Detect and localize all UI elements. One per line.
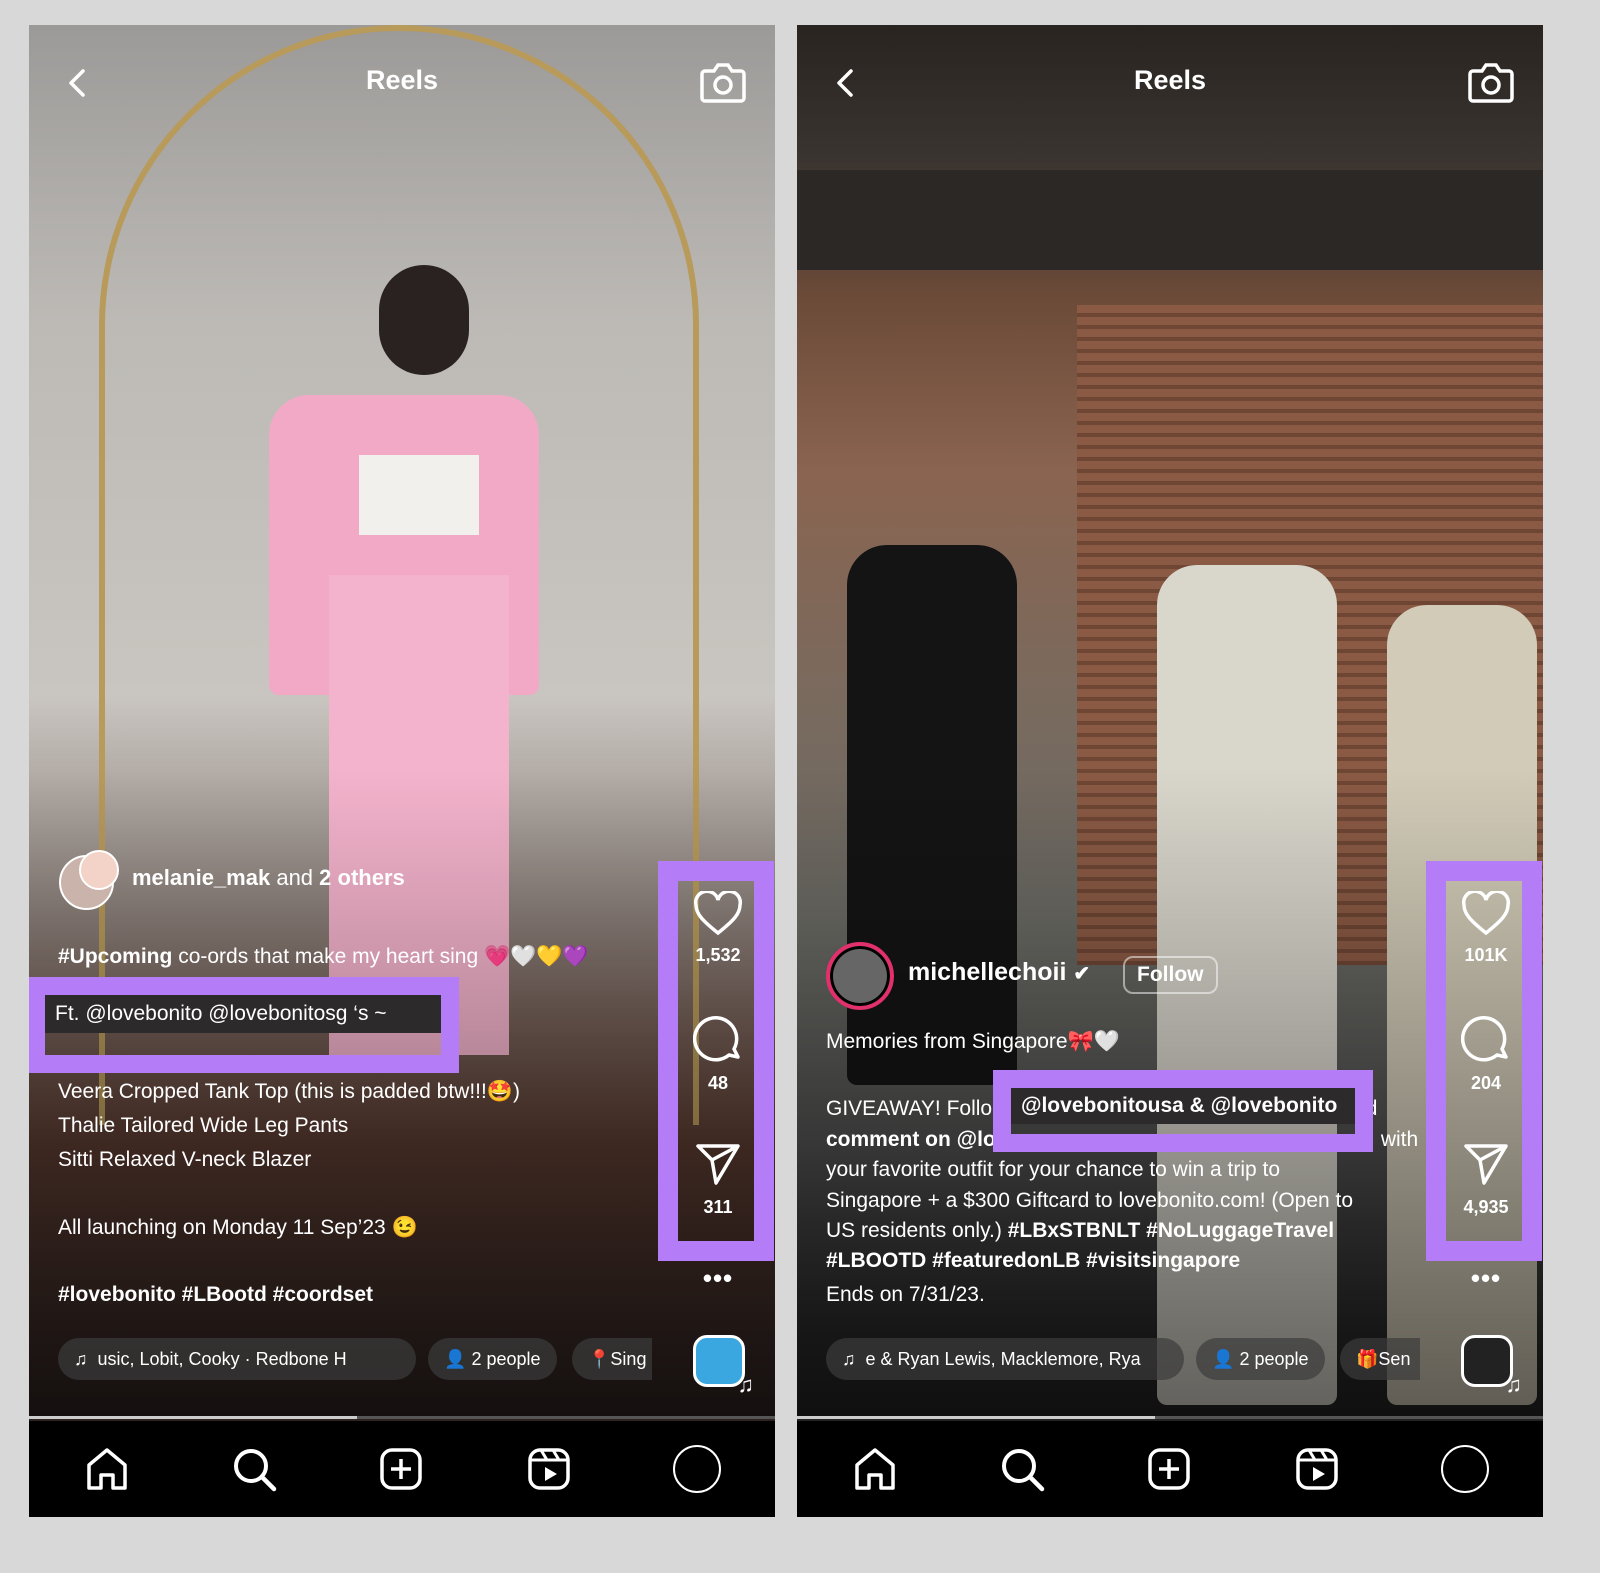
camera-icon[interactable] bbox=[1467, 59, 1515, 105]
profile-icon[interactable] bbox=[673, 1445, 721, 1493]
comment-icon bbox=[693, 1016, 740, 1062]
person-icon: 👤 bbox=[1212, 1349, 1235, 1369]
location-chip[interactable]: 📍Sing bbox=[572, 1338, 652, 1380]
username[interactable]: michellechoii bbox=[908, 958, 1066, 986]
caption-line: Memories from Singapore🎀🤍 bbox=[826, 1030, 1120, 1053]
caption-line: All launching on Monday 11 Sep’23 😉 bbox=[58, 1216, 418, 1239]
caption-line: Sitti Relaxed V-neck Blazer bbox=[58, 1148, 312, 1171]
caption-line: your favorite outfit for your chance to … bbox=[826, 1158, 1281, 1181]
top-bar: Reels bbox=[797, 55, 1543, 105]
hashtag[interactable]: #Upcoming bbox=[58, 945, 172, 968]
audio-thumbnail[interactable]: ♫ bbox=[693, 1335, 754, 1397]
hashtags[interactable]: #LBxSTBNLT #NoLuggageTravel bbox=[1008, 1219, 1334, 1242]
comment-count: 204 bbox=[1470, 1073, 1502, 1093]
username[interactable]: melanie_mak bbox=[132, 865, 270, 890]
reels-icon[interactable] bbox=[525, 1445, 573, 1493]
more-options-icon[interactable]: ••• bbox=[1447, 1263, 1525, 1294]
author-line[interactable]: melanie_mak and 2 others bbox=[132, 862, 405, 893]
caption-line: Veera Cropped Tank Top (this is padded b… bbox=[58, 1080, 520, 1103]
like-count: 1,532 bbox=[695, 945, 741, 965]
caption-line: Ends on 7/31/23. bbox=[826, 1283, 985, 1306]
caption-hashtags[interactable]: #LBOOTD #featuredonLB #visitsingapore bbox=[826, 1245, 1240, 1276]
search-icon[interactable] bbox=[998, 1445, 1046, 1493]
share-button[interactable]: 4,935 bbox=[1447, 1141, 1525, 1218]
person-icon: 👤 bbox=[444, 1349, 467, 1369]
like-button[interactable]: 1,532 bbox=[679, 891, 757, 966]
caption-line: Singapore + a $300 Giftcard to lovebonit… bbox=[826, 1189, 1354, 1212]
caption-line: Thalie Tailored Wide Leg Pants bbox=[58, 1114, 349, 1137]
camera-icon[interactable] bbox=[699, 59, 747, 105]
caption-highlight: Ft. @lovebonito @lovebonitosg ‘s ~ bbox=[45, 995, 441, 1033]
comment-count: 48 bbox=[707, 1073, 729, 1093]
like-button[interactable]: 101K bbox=[1447, 891, 1525, 966]
page-title: Reels bbox=[1133, 65, 1207, 95]
author-line[interactable]: michellechoii ✔ bbox=[908, 957, 1090, 990]
like-count: 101K bbox=[1464, 945, 1508, 965]
location-pin-icon: 📍 bbox=[588, 1349, 611, 1369]
follow-button[interactable]: Follow bbox=[1123, 956, 1218, 994]
comment-button[interactable]: 48 bbox=[679, 1013, 757, 1094]
highlight-box: Ft. @lovebonito @lovebonitosg ‘s ~ bbox=[29, 977, 459, 1073]
music-note-icon: ♫ bbox=[842, 1349, 856, 1369]
send-icon bbox=[1464, 1144, 1508, 1185]
video-progress[interactable] bbox=[29, 1416, 775, 1419]
audio-chip[interactable]: ♫ usic, Lobit, Cooky · Redbone H bbox=[58, 1338, 416, 1380]
send-icon bbox=[696, 1144, 740, 1185]
music-note-icon: ♫ bbox=[1505, 1372, 1523, 1397]
home-icon[interactable] bbox=[851, 1445, 899, 1493]
heart-icon bbox=[1461, 891, 1511, 936]
reels-icon[interactable] bbox=[1293, 1445, 1341, 1493]
profile-icon[interactable] bbox=[1441, 1445, 1489, 1493]
music-note-icon: ♫ bbox=[74, 1349, 88, 1369]
people-chip[interactable]: 👤 2 people bbox=[428, 1338, 557, 1380]
comment-icon bbox=[1461, 1016, 1508, 1062]
highlight-box: @lovebonitousa & @lovebonito bbox=[993, 1070, 1373, 1152]
share-count: 4,935 bbox=[1463, 1197, 1509, 1217]
share-button[interactable]: 311 bbox=[679, 1141, 757, 1218]
create-icon[interactable] bbox=[377, 1445, 425, 1493]
avatar[interactable] bbox=[826, 942, 894, 1010]
caption-highlight[interactable]: @lovebonitousa & @lovebonito bbox=[1011, 1088, 1355, 1124]
gift-icon: 🎁 bbox=[1356, 1349, 1379, 1369]
bottom-nav bbox=[29, 1421, 775, 1517]
share-count: 311 bbox=[703, 1197, 733, 1217]
avatar-secondary[interactable] bbox=[79, 850, 119, 890]
heart-icon bbox=[693, 891, 743, 936]
more-options-icon[interactable]: ••• bbox=[679, 1263, 757, 1294]
gift-chip[interactable]: 🎁Sen bbox=[1340, 1338, 1420, 1380]
people-chip[interactable]: 👤 2 people bbox=[1196, 1338, 1325, 1380]
comment-button[interactable]: 204 bbox=[1447, 1013, 1525, 1094]
page-title: Reels bbox=[365, 65, 439, 95]
search-icon[interactable] bbox=[230, 1445, 278, 1493]
reel-screen-left: Reels melanie_mak and 2 others #Upcoming… bbox=[29, 25, 775, 1517]
create-icon[interactable] bbox=[1145, 1445, 1193, 1493]
caption-hashtags[interactable]: #lovebonito #LBootd #coordset bbox=[58, 1279, 373, 1310]
music-note-icon: ♫ bbox=[737, 1372, 755, 1397]
bottom-nav bbox=[797, 1421, 1543, 1517]
top-bar: Reels bbox=[29, 55, 775, 105]
home-icon[interactable] bbox=[83, 1445, 131, 1493]
video-progress[interactable] bbox=[797, 1416, 1543, 1419]
caption-line: #Upcoming co-ords that make my heart sin… bbox=[58, 945, 589, 968]
verified-badge-icon: ✔ bbox=[1073, 963, 1091, 985]
audio-chip[interactable]: ♫ e & Ryan Lewis, Macklemore, Rya bbox=[826, 1338, 1184, 1380]
reel-screen-right: Reels michellechoii ✔ Follow Memories fr… bbox=[797, 25, 1543, 1517]
audio-thumbnail[interactable]: ♫ bbox=[1461, 1335, 1522, 1397]
others-link[interactable]: 2 others bbox=[319, 865, 405, 890]
caption-line: US residents only.) #LBxSTBNLT #NoLuggag… bbox=[826, 1219, 1335, 1242]
